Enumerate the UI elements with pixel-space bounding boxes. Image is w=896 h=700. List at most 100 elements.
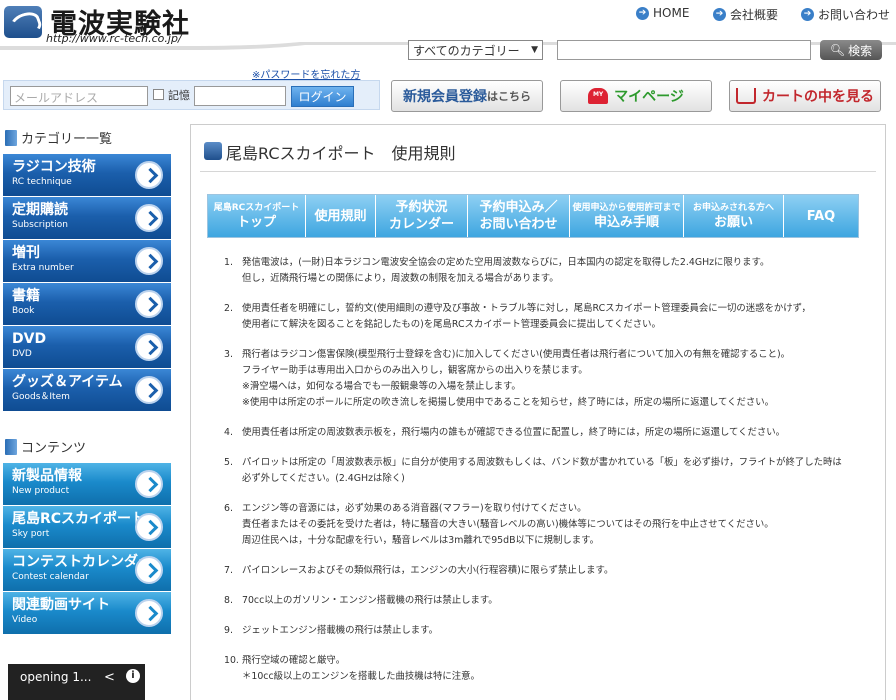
forgot-password-link[interactable]: ※パスワードを忘れた方 — [252, 66, 360, 81]
tab-sublabel: お申込みされる方へ — [692, 202, 774, 213]
list-item: 9. ジェットエンジン搭載機の飛行は禁止します。 — [224, 623, 864, 639]
list-item: 4. 使用責任者は所定の周波数表示板を，飛行場内の誰もが確認できる位置に配置し，… — [224, 425, 864, 441]
rule-text: 但し，近隣飛行場との関係により，周波数の制限を加える場合があります。 — [242, 273, 559, 284]
tab-label: お願い — [713, 214, 753, 230]
rule-text: 発信電波は，(一財)日本ラジコン電波安全協会の定めた空用周波数ならびに，日本国内… — [242, 257, 770, 268]
chevron-right-icon — [135, 290, 163, 318]
rule-number: 4. — [224, 427, 233, 438]
arrow-circle-icon: ➔ — [636, 6, 649, 20]
category-select-value: すべてのカテゴリー — [413, 43, 520, 58]
chevron-right-icon — [135, 204, 163, 232]
category-heading-label: カテゴリー一覧 — [21, 132, 113, 147]
rule-number: 6. — [224, 503, 233, 514]
category-select[interactable]: すべてのカテゴリー ▼ — [408, 40, 543, 60]
cart-button[interactable]: カートの中を見る — [729, 80, 881, 112]
video-embed[interactable]: opening 1... < i — [8, 664, 145, 700]
tab-sublabel: 尾島RCスカイポート — [213, 202, 300, 213]
tab-request[interactable]: お申込みされる方へ お願い — [684, 195, 784, 237]
book-icon — [5, 129, 17, 146]
tab-sublabel: 使用申込から使用許可まで — [572, 202, 681, 213]
email-input[interactable]: メールアドレス — [10, 86, 148, 106]
tab-label: トップ — [236, 214, 276, 230]
rules-list: 1. 発信電波は，(一財)日本ラジコン電波安全協会の定めた空用周波数ならびに，日… — [224, 255, 864, 699]
chevron-right-icon — [135, 513, 163, 541]
category-heading: カテゴリー一覧 — [5, 128, 112, 147]
info-icon[interactable]: i — [126, 669, 140, 683]
rule-text: 必ず外してください。(2.4GHzは除く) — [242, 473, 405, 484]
remember-label: 記憶 — [168, 89, 190, 102]
rule-number: 3. — [224, 349, 233, 360]
register-button-label: 新規会員登録 — [403, 89, 487, 105]
rule-number: 8. — [224, 595, 233, 606]
search-icon: 🔍︎ — [829, 43, 846, 57]
tab-calendar[interactable]: 予約状況 カレンダー — [376, 195, 468, 237]
tab-reserve-contact[interactable]: 予約申込み／ お問い合わせ — [468, 195, 570, 237]
password-input[interactable] — [194, 86, 286, 106]
tab-label: カレンダー — [388, 217, 454, 232]
tab-sublabel: 予約状況 — [395, 200, 448, 215]
tab-faq[interactable]: FAQ — [784, 195, 858, 237]
mypage-button-label: マイページ — [614, 89, 684, 105]
login-button[interactable]: ログイン — [291, 86, 354, 107]
rule-text: 飛行空域の確認と厳守。 — [242, 655, 346, 666]
rule-text: 周辺住民へは，十分な配慮を行い，騒音レベルは3m離れで95dB以下に規制します。 — [242, 535, 599, 546]
sidebar-item-rc-technique[interactable]: ラジコン技術 RC technique — [3, 154, 171, 196]
list-item: 10. 飛行空域の確認と厳守。 ＊10cc級以上のエンジンを搭載した曲技機は特に… — [224, 653, 864, 685]
rule-text: ※滑空場へは，如何なる場合でも一般観衆等の入場を禁止します。 — [242, 381, 521, 392]
tab-procedure[interactable]: 使用申込から使用許可まで 申込み手順 — [570, 195, 684, 237]
chevron-right-icon — [135, 599, 163, 627]
nav-home[interactable]: ➔ HOME — [636, 6, 689, 20]
search-button[interactable]: 🔍︎ 検索 — [820, 40, 882, 60]
nav-company[interactable]: ➔ 会社概要 — [713, 6, 778, 23]
sidebar-item-goods[interactable]: グッズ＆アイテム Goods＆Item — [3, 369, 171, 411]
mypage-button[interactable]: MY マイページ — [560, 80, 712, 112]
page-title: 尾島RCスカイポート 使用規則 — [226, 144, 456, 163]
sidebar-item-new-product[interactable]: 新製品情報 New product — [3, 463, 171, 505]
rule-text: パイロットは所定の「周波数表示板」に自分が使用する周波数もしくは、バンド数が書か… — [242, 457, 842, 468]
search-button-label: 検索 — [848, 43, 873, 58]
list-item: 8. 70cc以上のガソリン・エンジン搭載機の飛行は禁止します。 — [224, 593, 864, 609]
rule-text: 70cc以上のガソリン・エンジン搭載機の飛行は禁止します。 — [242, 595, 498, 606]
sidebar-item-video[interactable]: 関連動画サイト Video — [3, 592, 171, 634]
tab-label: 申込み手順 — [593, 214, 659, 230]
rule-text: エンジン等の音源には，必ず効果のある消音器(マフラー)を取り付けてください。 — [242, 503, 587, 514]
rule-number: 10. — [224, 655, 239, 666]
share-icon[interactable]: < — [104, 670, 115, 685]
arrow-circle-icon: ➔ — [713, 8, 726, 21]
search-input[interactable] — [557, 40, 811, 60]
chevron-right-icon — [135, 556, 163, 584]
tab-label: お問い合わせ — [479, 217, 558, 232]
rule-number: 2. — [224, 303, 233, 314]
remember-checkbox[interactable] — [153, 89, 164, 100]
heart-icon: MY — [588, 88, 609, 104]
rule-number: 9. — [224, 625, 233, 636]
contents-heading-label: コンテンツ — [21, 441, 87, 456]
tab-label: 使用規則 — [314, 208, 367, 224]
rule-text: 使用責任者を明確にし，誓約文(使用細則の遵守及び事故・トラブル等に対し，尾島RC… — [242, 303, 811, 314]
dropdown-arrow-icon: ▼ — [531, 45, 538, 55]
sidebar-item-subscription[interactable]: 定期購読 Subscription — [3, 197, 171, 239]
sidebar-item-book[interactable]: 書籍 Book — [3, 283, 171, 325]
rule-text: 飛行者はラジコン傷害保険(模型飛行士登録を含む)に加入してください(使用責任者は… — [242, 349, 790, 360]
skyport-tabs: 尾島RCスカイポート トップ 使用規則 予約状況 カレンダー 予約申込み／ お問… — [207, 194, 859, 238]
rule-text: ＊10cc級以上のエンジンを搭載した曲技機は特に注意。 — [242, 671, 480, 682]
rule-text: フライヤー助手は専用出入口からのみ出入りし，観客席からの出入りを禁じます。 — [242, 365, 588, 376]
rule-text: 使用責任者は所定の周波数表示板を，飛行場内の誰もが確認できる位置に配置し，終了時… — [242, 427, 786, 438]
register-button-sub: はこちら — [487, 90, 531, 103]
rule-text: パイロンレースおよびその類似飛行は，エンジンの大小(行程容積)に限らず禁止します… — [242, 565, 614, 576]
sidebar-item-extra-number[interactable]: 増刊 Extra number — [3, 240, 171, 282]
sidebar-item-dvd[interactable]: DVD DVD — [3, 326, 171, 368]
chevron-right-icon — [135, 333, 163, 361]
sidebar-item-contest-calendar[interactable]: コンテストカレンダー Contest calendar — [3, 549, 171, 591]
arrow-circle-icon: ➔ — [801, 8, 814, 21]
tab-sublabel: 予約申込み／ — [479, 200, 558, 215]
video-title: opening 1... — [20, 670, 92, 684]
sidebar-item-sky-port[interactable]: 尾島RCスカイポート Sky port — [3, 506, 171, 548]
register-button[interactable]: 新規会員登録 はこちら — [391, 80, 543, 112]
nav-contact[interactable]: ➔ お問い合わせ — [801, 6, 890, 23]
logo-mark-icon[interactable] — [4, 6, 42, 38]
chevron-right-icon — [135, 161, 163, 189]
rule-text: 責任者またはその委託を受けた者は，特に騒音の大きい(騒音レベルの高い)機体等につ… — [242, 519, 774, 530]
tab-top[interactable]: 尾島RCスカイポート トップ — [208, 195, 306, 237]
tab-rules[interactable]: 使用規則 — [306, 195, 376, 237]
